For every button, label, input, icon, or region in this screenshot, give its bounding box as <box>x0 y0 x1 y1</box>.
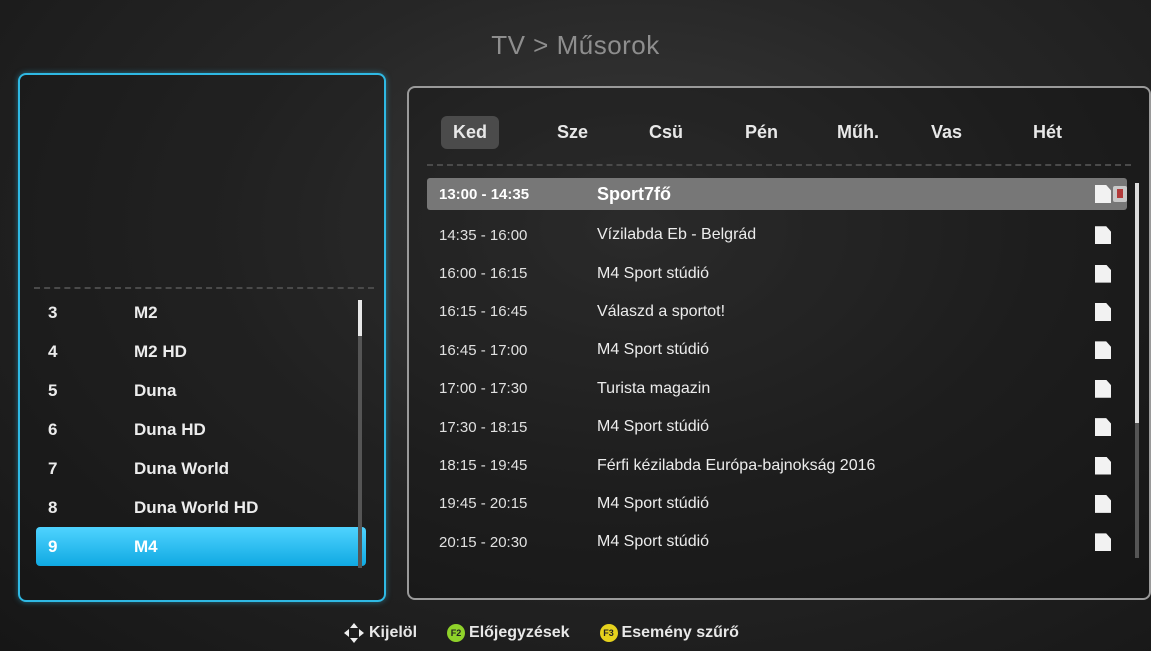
program-row[interactable]: 20:15 - 20:30 M4 Sport stúdió <box>427 523 1127 561</box>
tab-day-sze[interactable]: Sze <box>545 116 600 149</box>
document-icon <box>1095 456 1111 475</box>
channel-name: Duna World HD <box>134 497 259 517</box>
hint-f2[interactable]: F2 Előjegyzések <box>447 624 570 642</box>
channel-list: 3 M2 4 M2 HD 5 Duna 6 Duna HD 7 Duna Wor… <box>36 293 366 566</box>
program-title: Vízilabda Eb - Belgrád <box>597 226 757 244</box>
f3-key-icon: F3 <box>599 624 618 642</box>
channel-name: M4 <box>134 536 158 556</box>
program-title: Sport7fő <box>597 183 671 204</box>
program-time: 16:15 - 16:45 <box>439 303 528 321</box>
program-time: 20:15 - 20:30 <box>439 533 528 551</box>
tab-day-pen[interactable]: Pén <box>733 116 790 149</box>
channel-name: Duna <box>134 380 177 400</box>
channel-row-6[interactable]: 6 Duna HD <box>36 410 366 449</box>
channel-scrollbar-track[interactable] <box>358 300 362 568</box>
document-icon <box>1095 494 1111 513</box>
hint-select-label: Kijelöl <box>369 624 418 641</box>
channel-row-4[interactable]: 4 M2 HD <box>36 332 366 371</box>
hint-select[interactable]: Kijelöl <box>343 622 417 644</box>
channel-row-5[interactable]: 5 Duna <box>36 371 366 410</box>
program-list: 13:00 - 14:35 Sport7fő 14:35 - 16:00 Víz… <box>427 178 1127 562</box>
program-title: M4 Sport stúdió <box>597 264 710 282</box>
program-time: 16:00 - 16:15 <box>439 265 528 283</box>
channel-name: Duna HD <box>134 419 206 439</box>
day-tabs: Ked Sze Csü Pén Műh. Vas Hét <box>439 116 1119 156</box>
tab-day-vas[interactable]: Vas <box>919 116 974 149</box>
program-row[interactable]: 17:30 - 18:15 M4 Sport stúdió <box>427 408 1127 446</box>
program-row[interactable]: 14:35 - 16:00 Vízilabda Eb - Belgrád <box>427 216 1127 254</box>
channel-name: Duna World <box>134 458 230 478</box>
program-title: Férfi kézilabda Európa-bajnokság 2016 <box>597 456 876 474</box>
program-time: 16:45 - 17:00 <box>439 341 528 359</box>
channel-number: 3 <box>48 302 58 322</box>
hint-f3-label: Esemény szűrő <box>621 624 739 641</box>
page-title: TV > Műsorok <box>491 30 660 60</box>
schedule-scrollbar-thumb[interactable] <box>1135 183 1139 423</box>
channel-number: 7 <box>48 458 58 478</box>
program-title: Válaszd a sportot! <box>597 302 726 320</box>
channel-row-3[interactable]: 3 M2 <box>36 293 366 332</box>
document-icon <box>1095 302 1111 321</box>
program-row[interactable]: 19:45 - 20:15 M4 Sport stúdió <box>427 485 1127 523</box>
program-time: 18:15 - 19:45 <box>439 457 528 475</box>
program-title: Turista magazin <box>597 379 711 397</box>
divider <box>427 164 1131 166</box>
program-row-selected[interactable]: 13:00 - 14:35 Sport7fő <box>427 178 1127 210</box>
schedule-panel: Ked Sze Csü Pén Műh. Vas Hét 13:00 - 14:… <box>407 86 1151 600</box>
program-row[interactable]: 16:45 - 17:00 M4 Sport stúdió <box>427 331 1127 369</box>
document-icon <box>1095 379 1111 398</box>
document-icon <box>1095 226 1111 245</box>
program-row[interactable]: 18:15 - 19:45 Férfi kézilabda Európa-baj… <box>427 446 1127 484</box>
channel-number: 4 <box>48 341 58 361</box>
channel-row-7[interactable]: 7 Duna World <box>36 449 366 488</box>
channel-row-8[interactable]: 8 Duna World HD <box>36 488 366 527</box>
document-icon <box>1095 341 1111 360</box>
channel-number: 6 <box>48 419 58 439</box>
tab-day-csu[interactable]: Csü <box>637 116 695 149</box>
divider <box>34 287 374 289</box>
program-time: 14:35 - 16:00 <box>439 226 528 244</box>
channel-number: 8 <box>48 497 58 517</box>
channel-number: 5 <box>48 380 58 400</box>
program-row[interactable]: 17:00 - 17:30 Turista magazin <box>427 370 1127 408</box>
program-time: 19:45 - 20:15 <box>439 495 528 513</box>
program-row[interactable]: 16:00 - 16:15 M4 Sport stúdió <box>427 254 1127 292</box>
document-icon <box>1095 418 1111 437</box>
channel-scrollbar-thumb[interactable] <box>358 300 362 336</box>
channel-name: M2 HD <box>134 341 187 361</box>
f2-key-icon: F2 <box>447 624 466 642</box>
program-time: 13:00 - 14:35 <box>439 185 530 203</box>
document-icon <box>1095 264 1111 283</box>
clock-reminder-icon <box>1113 186 1127 202</box>
document-icon <box>1095 533 1111 552</box>
tab-day-muh[interactable]: Műh. <box>825 116 891 149</box>
program-row[interactable]: 16:15 - 16:45 Válaszd a sportot! <box>427 293 1127 331</box>
tab-day-ked[interactable]: Ked <box>441 116 500 149</box>
hint-f3[interactable]: F3 Esemény szűrő <box>599 624 739 642</box>
document-icon <box>1095 185 1111 203</box>
program-title: M4 Sport stúdió <box>597 341 710 359</box>
program-time: 17:30 - 18:15 <box>439 418 528 436</box>
tab-day-het[interactable]: Hét <box>1021 116 1074 149</box>
footer-hints: Kijelöl F2 Előjegyzések F3 Esemény szűrő <box>343 622 769 644</box>
channel-row-9-selected[interactable]: 9 M4 <box>36 527 366 566</box>
program-time: 17:00 - 17:30 <box>439 380 528 398</box>
channel-number: 9 <box>48 536 58 556</box>
hint-f2-label: Előjegyzések <box>469 624 570 641</box>
channel-name: M2 <box>134 302 158 322</box>
directional-arrows-icon <box>344 623 364 643</box>
program-title: M4 Sport stúdió <box>597 418 710 436</box>
program-title: M4 Sport stúdió <box>597 494 710 512</box>
program-title: M4 Sport stúdió <box>597 533 710 551</box>
